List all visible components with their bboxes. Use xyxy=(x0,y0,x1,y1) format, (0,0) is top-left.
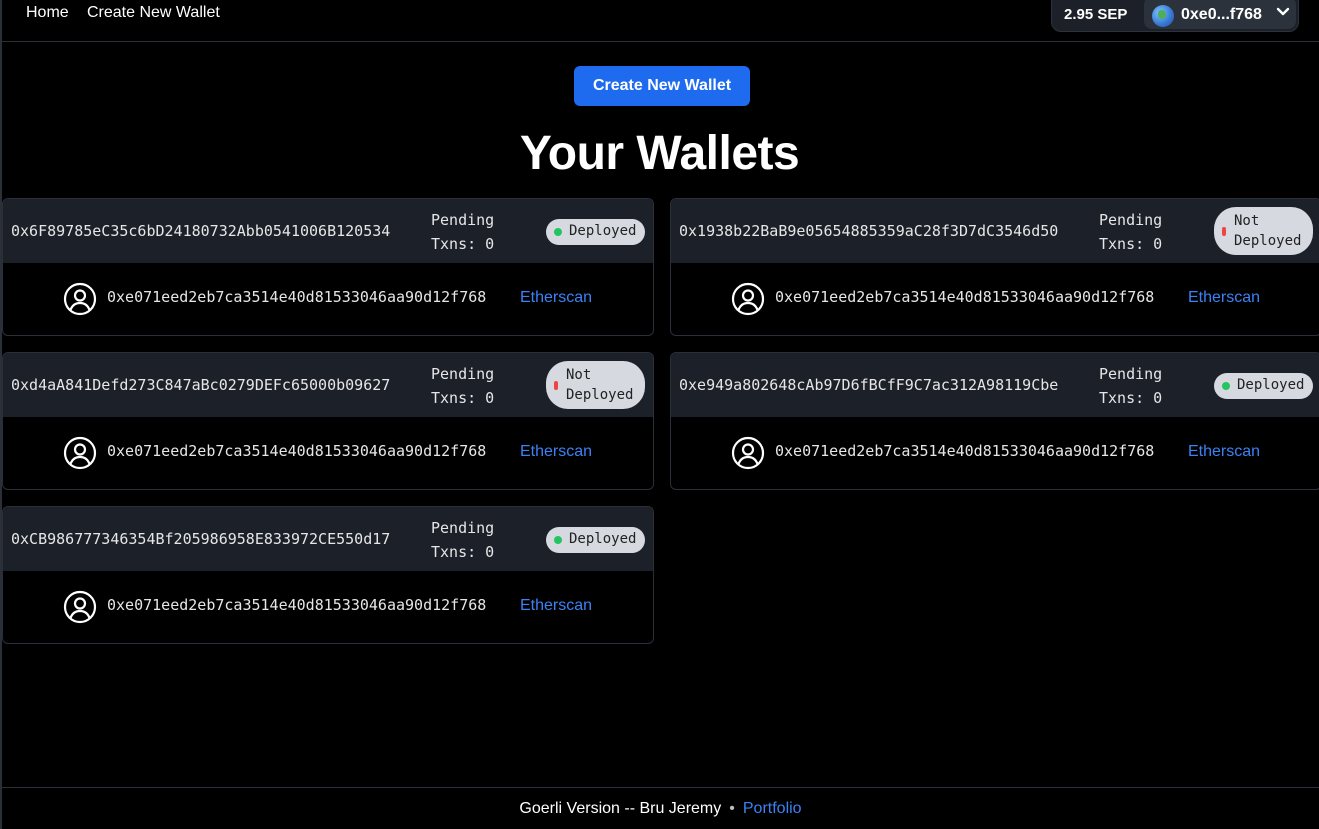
wallet-address: 0xe949a802648cAb97D6fBCfF9C7ac312A98119C… xyxy=(679,376,1059,394)
pending-label: Pending xyxy=(1099,365,1163,383)
etherscan-link[interactable]: Etherscan xyxy=(520,443,592,461)
pending-txns: Pending Txns: 0 xyxy=(1099,362,1162,410)
txns-count: Txns: 0 xyxy=(431,235,495,253)
owner-address: 0xe071eed2eb7ca3514e40d81533046aa90d12f7… xyxy=(775,442,1155,460)
wallet-card-header: 0x1938b22BaB9e05654885359aC28f3D7dC3546d… xyxy=(671,199,1319,263)
txns-count: Txns: 0 xyxy=(1099,389,1163,407)
account-address-button[interactable]: 0xe0...f768 xyxy=(1144,0,1296,29)
wallet-card: 0x6F89785eC35c6bD24180732Abb0541006B1205… xyxy=(2,198,654,336)
txns-count: Txns: 0 xyxy=(1099,235,1163,253)
status-dot xyxy=(554,381,558,390)
wallet-card: 0xd4aA841Defd273C847aBc0279DEFc65000b096… xyxy=(2,352,654,490)
pending-txns: Pending Txns: 0 xyxy=(431,208,494,256)
wallet-card: 0x1938b22BaB9e05654885359aC28f3D7dC3546d… xyxy=(670,198,1319,336)
wallet-address: 0xd4aA841Defd273C847aBc0279DEFc65000b096… xyxy=(11,376,391,394)
balance-label: 2.95 SEP xyxy=(1064,6,1128,23)
etherscan-link[interactable]: Etherscan xyxy=(520,597,592,615)
wallet-address: 0x1938b22BaB9e05654885359aC28f3D7dC3546d… xyxy=(679,222,1059,240)
nav-home-link[interactable]: Home xyxy=(26,4,69,22)
status-badge: Deployed xyxy=(546,219,645,245)
footer-content: Goerli Version -- Bru Jeremy • Portfolio xyxy=(2,800,1319,818)
status-dot xyxy=(554,228,562,236)
status-badge: Deployed xyxy=(1214,373,1313,399)
wallet-card-header: 0xe949a802648cAb97D6fBCfF9C7ac312A98119C… xyxy=(671,353,1319,417)
create-new-wallet-button[interactable]: Create New Wallet xyxy=(574,66,750,106)
etherscan-link[interactable]: Etherscan xyxy=(1188,443,1260,461)
wallet-address: 0x6F89785eC35c6bD24180732Abb0541006B1205… xyxy=(11,222,391,240)
footer-text: Goerli Version -- Bru Jeremy xyxy=(519,800,722,817)
pending-txns: Pending Txns: 0 xyxy=(431,362,494,410)
wallet-card-header: 0xd4aA841Defd273C847aBc0279DEFc65000b096… xyxy=(3,353,653,417)
user-circle-icon xyxy=(63,436,97,470)
status-badge: Not Deployed xyxy=(1214,207,1313,255)
etherscan-link[interactable]: Etherscan xyxy=(1188,289,1260,307)
wallet-card-header: 0x6F89785eC35c6bD24180732Abb0541006B1205… xyxy=(3,199,653,263)
wallet-card-header: 0xCB986777346354Bf205986958E833972CE550d… xyxy=(3,507,653,571)
wallet-card: 0xCB986777346354Bf205986958E833972CE550d… xyxy=(2,506,654,644)
status-dot xyxy=(1222,382,1230,390)
user-circle-icon xyxy=(731,436,765,470)
status-line-2: Deployed xyxy=(566,387,634,403)
txns-count: Txns: 0 xyxy=(431,389,495,407)
account-address: 0xe0...f768 xyxy=(1181,6,1262,23)
owner-address: 0xe071eed2eb7ca3514e40d81533046aa90d12f7… xyxy=(775,288,1155,306)
status-dot xyxy=(1222,227,1226,236)
user-circle-icon xyxy=(63,282,97,316)
status-line-1: Not xyxy=(566,367,592,383)
top-navbar: Home Create New Wallet 2.95 SEP 0xe0...f… xyxy=(2,0,1319,42)
wallet-address: 0xCB986777346354Bf205986958E833972CE550d… xyxy=(11,530,391,548)
status-line-1: Not xyxy=(1234,213,1260,229)
chevron-down-icon xyxy=(1276,7,1290,16)
status-line-2: Deployed xyxy=(1234,233,1302,249)
pending-label: Pending xyxy=(1099,211,1163,229)
owner-address: 0xe071eed2eb7ca3514e40d81533046aa90d12f7… xyxy=(107,596,487,614)
pending-label: Pending xyxy=(431,365,495,383)
nav-create-wallet-link[interactable]: Create New Wallet xyxy=(87,4,220,22)
status-dot xyxy=(554,536,562,544)
footer-separator: • xyxy=(729,800,735,817)
status-badge: Not Deployed xyxy=(546,361,645,409)
pending-label: Pending xyxy=(431,519,495,537)
globe-icon xyxy=(1152,5,1174,27)
user-circle-icon xyxy=(63,590,97,624)
pending-label: Pending xyxy=(431,211,495,229)
user-circle-icon xyxy=(731,282,765,316)
footer: Goerli Version -- Bru Jeremy • Portfolio xyxy=(2,787,1319,829)
owner-address: 0xe071eed2eb7ca3514e40d81533046aa90d12f7… xyxy=(107,442,487,460)
etherscan-link[interactable]: Etherscan xyxy=(520,289,592,307)
status-text: Deployed xyxy=(569,223,637,239)
account-widget: 2.95 SEP 0xe0...f768 xyxy=(1051,0,1299,32)
txns-count: Txns: 0 xyxy=(431,543,495,561)
status-text: Deployed xyxy=(1237,377,1305,393)
status-text: Not Deployed xyxy=(566,365,633,405)
status-text: Deployed xyxy=(569,531,637,547)
owner-address: 0xe071eed2eb7ca3514e40d81533046aa90d12f7… xyxy=(107,288,487,306)
page-title: Your Wallets xyxy=(519,127,800,180)
portfolio-link[interactable]: Portfolio xyxy=(743,800,802,817)
status-badge: Deployed xyxy=(546,527,645,553)
status-text: Not Deployed xyxy=(1234,211,1301,251)
wallet-card: 0xe949a802648cAb97D6fBCfF9C7ac312A98119C… xyxy=(670,352,1319,490)
pending-txns: Pending Txns: 0 xyxy=(1099,208,1162,256)
pending-txns: Pending Txns: 0 xyxy=(431,516,494,564)
